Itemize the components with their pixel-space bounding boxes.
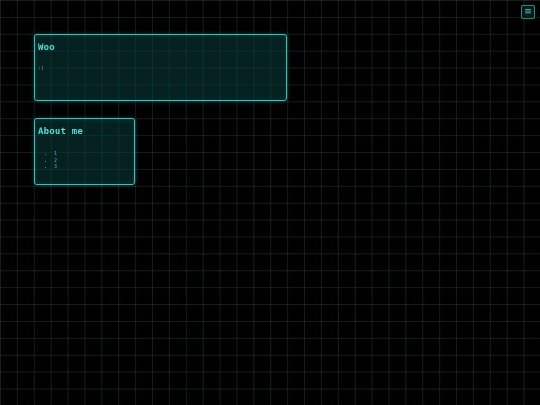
menu-button[interactable]: ≡ <box>521 5 535 19</box>
hamburger-menu-icon: ≡ <box>524 7 532 17</box>
about-me-list: 1 2 3 <box>48 151 57 171</box>
list-item: 3 <box>54 164 57 171</box>
list-item: 1 <box>54 151 57 158</box>
about-me-panel-title: About me <box>38 127 83 137</box>
woo-panel-title: Woo <box>38 43 55 53</box>
woo-panel-body: :) <box>38 66 45 72</box>
woo-panel: Woo :) <box>34 34 287 101</box>
about-me-panel: About me 1 2 3 <box>34 118 135 185</box>
